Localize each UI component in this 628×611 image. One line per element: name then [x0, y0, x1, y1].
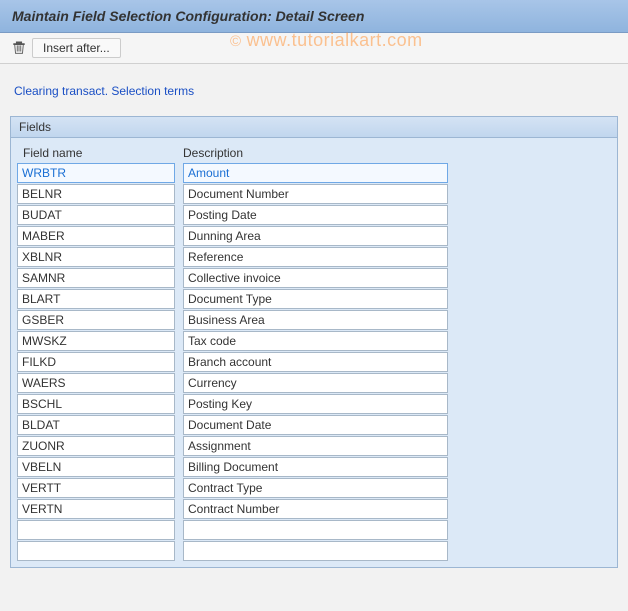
field-description-input[interactable] — [183, 205, 448, 225]
clearing-transact-link[interactable]: Clearing transact. Selection terms — [14, 84, 194, 98]
field-name-input[interactable] — [17, 289, 175, 309]
screen-header: Maintain Field Selection Configuration: … — [0, 0, 628, 33]
table-row — [17, 268, 611, 288]
field-description-input[interactable] — [183, 373, 448, 393]
table-row — [17, 478, 611, 498]
table-row — [17, 394, 611, 414]
field-name-input[interactable] — [17, 499, 175, 519]
field-name-input[interactable] — [17, 478, 175, 498]
table-row — [17, 331, 611, 351]
field-name-input[interactable] — [17, 184, 175, 204]
toolbar: Insert after... — [0, 33, 628, 64]
table-row — [17, 415, 611, 435]
table-row — [17, 205, 611, 225]
field-description-input[interactable] — [183, 457, 448, 477]
field-name-input[interactable] — [17, 331, 175, 351]
field-name-input[interactable] — [17, 436, 175, 456]
field-description-input[interactable] — [183, 499, 448, 519]
fields-panel: Fields Field name Description — [10, 116, 618, 568]
field-description-input[interactable] — [183, 226, 448, 246]
field-name-input[interactable] — [17, 373, 175, 393]
field-name-input[interactable] — [17, 205, 175, 225]
col-header-description: Description — [181, 146, 451, 160]
table-row — [17, 436, 611, 456]
fields-panel-header: Fields — [11, 117, 617, 138]
insert-after-button[interactable]: Insert after... — [32, 38, 121, 58]
table-row — [17, 310, 611, 330]
field-name-input[interactable] — [17, 457, 175, 477]
field-description-input[interactable] — [183, 268, 448, 288]
field-name-input[interactable] — [17, 226, 175, 246]
screen-title: Maintain Field Selection Configuration: … — [12, 8, 616, 24]
field-name-input[interactable] — [17, 310, 175, 330]
column-headers: Field name Description — [17, 143, 611, 163]
field-name-input[interactable] — [17, 247, 175, 267]
table-row — [17, 520, 611, 540]
field-description-input[interactable] — [183, 394, 448, 414]
field-description-input[interactable] — [183, 289, 448, 309]
field-description-input[interactable] — [183, 541, 448, 561]
table-row — [17, 352, 611, 372]
field-name-input[interactable] — [17, 163, 175, 183]
field-description-input[interactable] — [183, 331, 448, 351]
field-description-input[interactable] — [183, 520, 448, 540]
field-description-input[interactable] — [183, 436, 448, 456]
field-description-input[interactable] — [183, 352, 448, 372]
field-name-input[interactable] — [17, 268, 175, 288]
field-name-input[interactable] — [17, 352, 175, 372]
breadcrumb-link-row: Clearing transact. Selection terms — [0, 64, 628, 108]
table-row — [17, 247, 611, 267]
field-description-input[interactable] — [183, 184, 448, 204]
field-description-input[interactable] — [183, 478, 448, 498]
field-description-input[interactable] — [183, 310, 448, 330]
field-description-input[interactable] — [183, 163, 448, 183]
field-description-input[interactable] — [183, 247, 448, 267]
field-name-input[interactable] — [17, 415, 175, 435]
table-row — [17, 226, 611, 246]
field-description-input[interactable] — [183, 415, 448, 435]
trash-icon[interactable] — [12, 41, 26, 55]
table-row — [17, 289, 611, 309]
table-row — [17, 184, 611, 204]
field-name-input[interactable] — [17, 520, 175, 540]
col-header-field-name: Field name — [21, 146, 181, 160]
table-row — [17, 499, 611, 519]
field-name-input[interactable] — [17, 541, 175, 561]
table-row — [17, 373, 611, 393]
table-row — [17, 457, 611, 477]
field-name-input[interactable] — [17, 394, 175, 414]
table-row — [17, 163, 611, 183]
fields-panel-body: Field name Description — [11, 138, 617, 567]
table-row — [17, 541, 611, 561]
